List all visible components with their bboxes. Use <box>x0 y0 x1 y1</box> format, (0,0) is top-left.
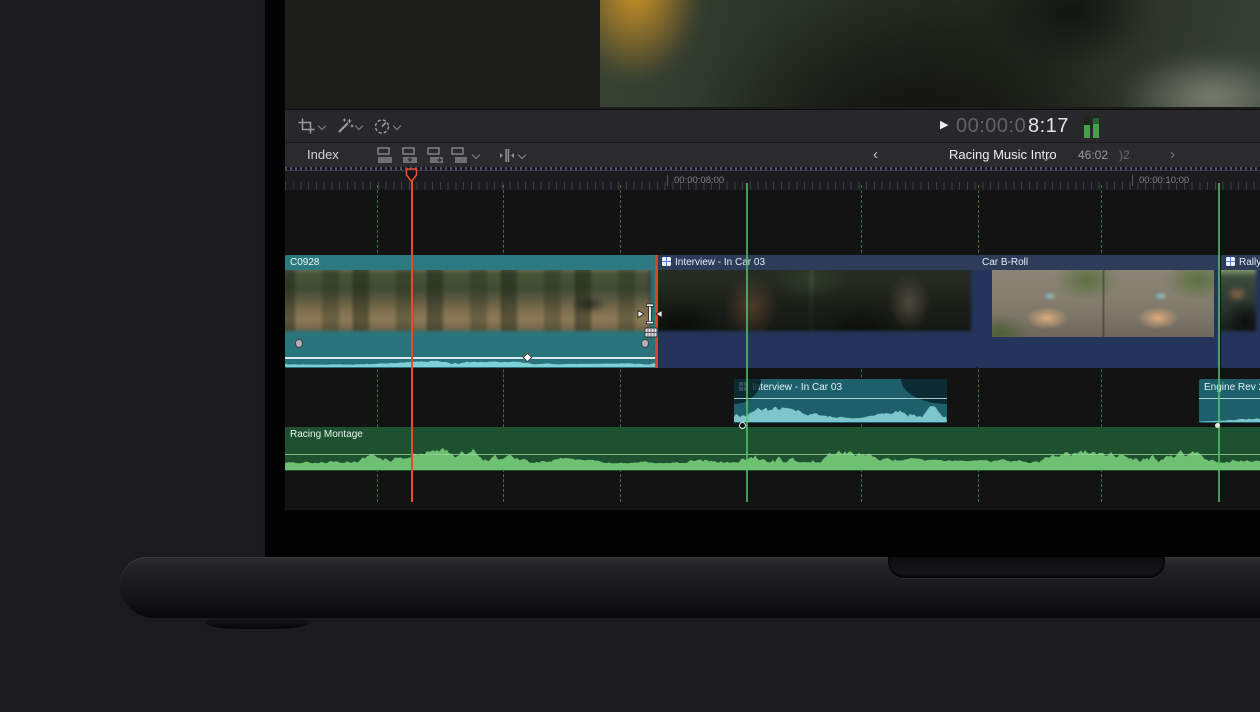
playhead-marker[interactable] <box>405 168 418 183</box>
project-duration-fragment: )2 <box>1119 148 1130 162</box>
trim-cursor-icon <box>636 303 664 341</box>
forward-button[interactable]: › <box>1170 146 1175 163</box>
append-edit-icon[interactable] <box>427 147 445 164</box>
timeline-bar: Index <box>285 142 1260 167</box>
project-title-chevron-icon[interactable] <box>1043 154 1050 161</box>
audio-waveform <box>734 402 947 422</box>
audio-fade-out[interactable] <box>901 379 947 404</box>
project-title[interactable]: Racing Music Intro <box>949 147 1057 162</box>
fcp-window: ▶ 00:00:0 8:17 Index <box>285 0 1260 510</box>
macbook-base <box>120 557 1260 618</box>
timecode-current: 8:17 <box>1028 115 1069 138</box>
video-clip-car-b-roll[interactable]: Car B-Roll <box>977 255 1220 368</box>
enhancements-wand-icon[interactable] <box>335 118 354 135</box>
playhead-line[interactable] <box>411 180 413 502</box>
audio-waveform <box>1199 405 1260 422</box>
music-clip-racing-montage[interactable]: Racing Montage <box>285 427 1260 471</box>
keyframe-dot-handle[interactable] <box>1215 423 1220 428</box>
fade-ring-handle[interactable] <box>739 422 746 429</box>
marker-guide-green <box>1218 183 1220 502</box>
marker-guide-green <box>746 183 748 502</box>
overwrite-edit-icon[interactable] <box>451 147 469 164</box>
crop-tool-chevron-icon[interactable] <box>319 123 326 130</box>
trim-tool-icon[interactable] <box>499 147 515 164</box>
clip-filmstrip <box>657 270 977 337</box>
video-clip-c0928[interactable]: C0928 <box>285 255 657 368</box>
audio-clip-interview-in-car-03[interactable]: Interview - In Car 03 <box>734 379 947 423</box>
clip-label: Engine Rev 2 <box>1199 381 1260 395</box>
retime-gauge-icon[interactable] <box>373 118 391 135</box>
video-clip-rally[interactable]: Rally Ra <box>1221 255 1260 368</box>
volume-line[interactable] <box>285 357 657 359</box>
ruler-label-10s: 00:00:10:00 <box>1132 175 1189 186</box>
audio-clip-engine-rev-2[interactable]: Engine Rev 2 <box>1199 379 1260 423</box>
enhancements-chevron-icon[interactable] <box>356 123 363 130</box>
trim-tool-chevron-icon[interactable] <box>519 152 526 159</box>
project-duration: 46:02 <box>1078 148 1108 162</box>
volume-line[interactable] <box>734 398 947 399</box>
video-clip-interview-in-car-03[interactable]: Interview - In Car 03 <box>657 255 977 368</box>
clip-audio-section[interactable] <box>285 337 657 368</box>
audio-waveform <box>285 447 1260 470</box>
multicam-icon <box>1226 257 1235 266</box>
volume-line[interactable] <box>285 454 1260 455</box>
viewer-toolbar: ▶ 00:00:0 8:17 <box>285 109 1260 142</box>
retime-chevron-icon[interactable] <box>394 123 401 130</box>
timecode-dim: 00:00:0 <box>956 115 1026 138</box>
ruler-ticks <box>285 182 1260 190</box>
back-button[interactable]: ‹ <box>873 146 878 163</box>
clip-filmstrip <box>1221 270 1260 337</box>
multicam-icon <box>662 257 671 266</box>
viewer-area <box>285 0 1260 109</box>
crop-tool-icon[interactable] <box>298 118 315 134</box>
fade-handle-left[interactable] <box>295 339 303 348</box>
clip-label: Rally Ra <box>1221 255 1260 270</box>
macbook-lid-groove <box>888 557 1165 578</box>
audio-waveform <box>285 358 657 367</box>
screenshot-stage: ▶ 00:00:0 8:17 Index <box>0 0 1260 712</box>
clip-label: C0928 <box>285 255 657 270</box>
volume-line[interactable] <box>1199 398 1260 399</box>
audio-meter-left <box>1084 115 1090 138</box>
play-icon[interactable]: ▶ <box>940 120 948 131</box>
macbook-screen: ▶ 00:00:0 8:17 Index <box>263 0 1260 558</box>
clip-label: Racing Montage <box>285 427 1260 442</box>
timeline-ruler[interactable]: 00:00:08:00 00:00:10:00 <box>285 167 1260 190</box>
audio-meter-right <box>1093 115 1099 138</box>
index-button[interactable]: Index <box>307 147 339 162</box>
connect-edit-icon[interactable] <box>377 147 395 164</box>
clip-filmstrip <box>992 270 1214 337</box>
ruler-label-8s: 00:00:08:00 <box>667 175 724 186</box>
clip-label: Interview - In Car 03 <box>657 255 977 270</box>
clip-label: Car B-Roll <box>977 255 1220 270</box>
viewer-video-content <box>600 0 1260 107</box>
viewer-video-frame <box>600 0 1260 107</box>
clip-filmstrip <box>285 270 657 337</box>
ruler-dotted-border <box>285 167 1260 171</box>
edit-tools-chevron-icon[interactable] <box>473 152 480 159</box>
insert-edit-icon[interactable] <box>402 147 420 164</box>
